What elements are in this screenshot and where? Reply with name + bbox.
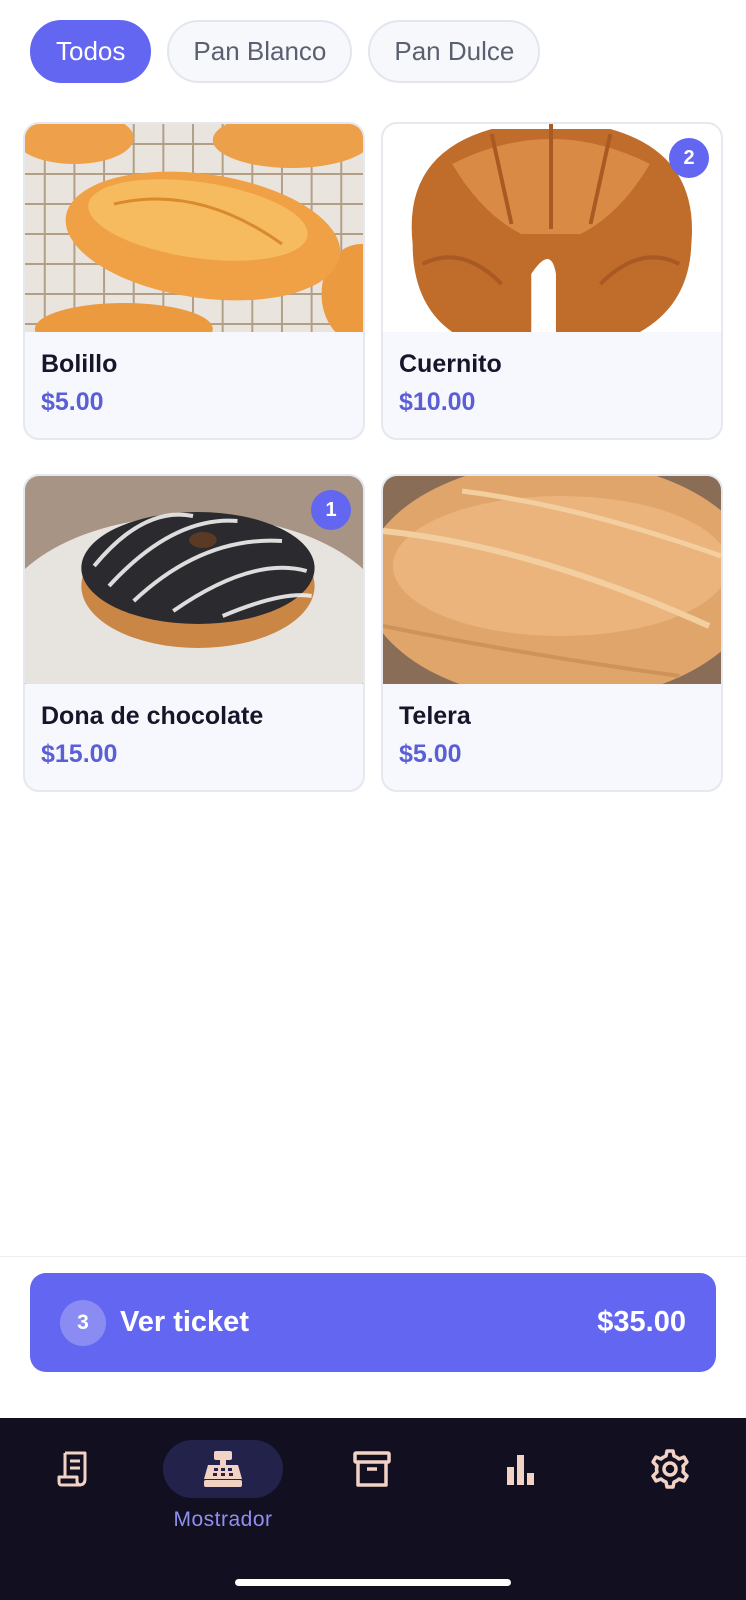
nav-item-reports[interactable] [461,1440,581,1540]
chip-todos[interactable]: Todos [30,20,152,83]
receipt-icon [57,1451,87,1487]
product-name: Bolillo [41,350,118,378]
chip-pan-blanco[interactable]: Pan Blanco [167,20,353,83]
home-indicator [235,1579,511,1586]
ticket-item-count: 3 [60,1299,106,1346]
cash-register-icon [204,1451,242,1487]
quantity-badge: 1 [311,490,351,530]
product-card-cuernito[interactable]: 2 Cuernito $10.00 [381,122,723,440]
bar-chart-icon [507,1455,534,1485]
archive-box-icon [353,1451,391,1487]
telera-image [383,476,721,684]
ticket-total: $35.00 [597,1306,686,1338]
nav-item-mostrador[interactable]: Mostrador [163,1440,283,1540]
product-card-telera[interactable]: Telera $5.00 [381,474,723,792]
product-price: $15.00 [41,740,118,768]
product-name: Telera [399,702,471,730]
product-price: $10.00 [399,388,476,416]
chip-pan-dulce[interactable]: Pan Dulce [368,20,541,83]
quantity-badge: 2 [669,138,709,178]
product-card-dona-de-chocolate[interactable]: 1 Dona de chocolate $15.00 [23,474,365,792]
ticket-label: Ver ticket [120,1306,249,1338]
product-name: Dona de chocolate [41,702,264,730]
product-price: $5.00 [399,740,462,768]
product-name: Cuernito [399,350,502,378]
product-grid: Bolillo $5.00 2 Cuernito $10.00 1 Dona d… [23,122,723,792]
bottom-navigation: Mostrador [0,1418,746,1600]
nav-item-inventory[interactable] [312,1440,432,1540]
divider [0,1256,746,1257]
gear-icon [651,1449,689,1489]
nav-item-settings[interactable] [610,1440,730,1540]
category-filter-bar: Todos Pan Blanco Pan Dulce [30,20,541,83]
product-price: $5.00 [41,388,104,416]
view-ticket-button[interactable]: 3 Ver ticket $35.00 [30,1273,716,1372]
bolillo-image [25,124,363,332]
nav-item-receipts[interactable] [15,1440,135,1540]
product-card-bolillo[interactable]: Bolillo $5.00 [23,122,365,440]
nav-label-mostrador: Mostrador [173,1508,273,1531]
